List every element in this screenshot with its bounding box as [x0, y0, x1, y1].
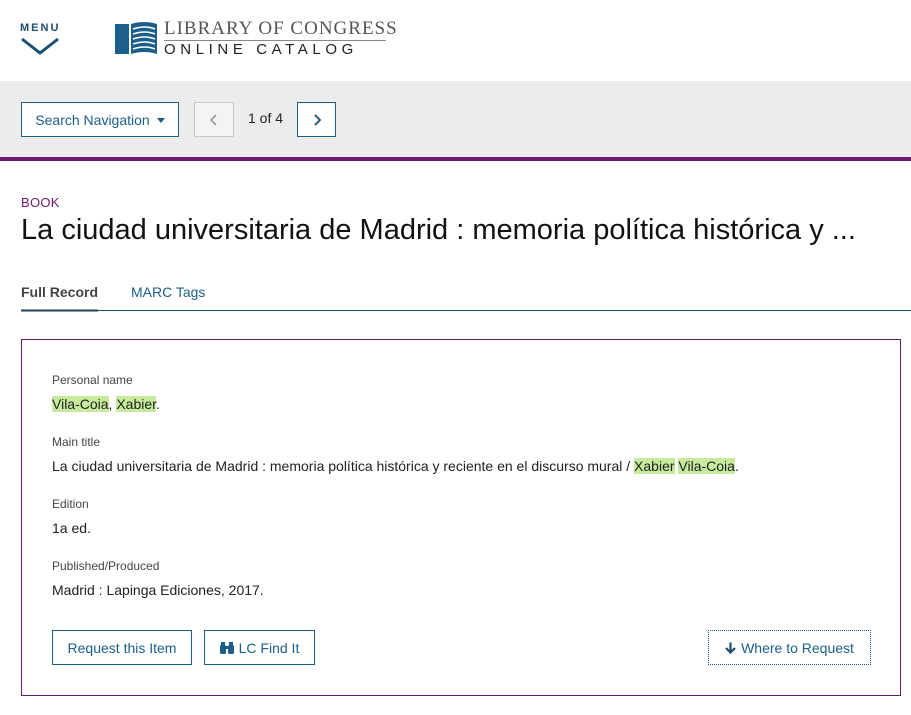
request-item-button[interactable]: Request this Item — [52, 630, 192, 665]
chevron-left-icon — [209, 113, 217, 126]
library-of-congress-logo[interactable]: LIBRARY OF CONGRESS ONLINE CATALOG — [115, 18, 398, 58]
record-panel: Personal name Vila-Coia, Xabier. Main ti… — [21, 339, 901, 696]
navigation-bar-border — [0, 157, 911, 161]
title-end: . — [734, 458, 739, 474]
previous-result-button[interactable] — [194, 102, 234, 137]
format-label: BOOK — [21, 195, 60, 210]
main-title-value: La ciudad universitaria de Madrid : memo… — [52, 458, 739, 474]
search-highlight[interactable]: Vila-Coia — [52, 396, 109, 412]
where-to-request-button[interactable]: Where to Request — [708, 630, 871, 665]
lc-find-it-label: LC Find It — [238, 639, 300, 656]
tab-full-record[interactable]: Full Record — [21, 284, 98, 312]
published-value: Madrid : Lapinga Ediciones, 2017. — [52, 582, 264, 598]
chevron-down-icon — [21, 37, 59, 55]
search-highlight[interactable]: Xabier — [116, 396, 157, 412]
search-navigation-button[interactable]: Search Navigation — [21, 102, 179, 137]
search-navigation-label: Search Navigation — [35, 111, 150, 128]
arrow-down-icon — [725, 642, 736, 654]
request-item-label: Request this Item — [67, 639, 177, 656]
personal-name-label: Personal name — [52, 373, 133, 387]
binoculars-icon — [219, 642, 234, 654]
page-title: La ciudad universitaria de Madrid : memo… — [21, 214, 856, 246]
result-position: 1 of 4 — [248, 110, 284, 126]
menu-label: MENU — [20, 22, 61, 34]
chevron-right-icon — [313, 113, 321, 126]
search-highlight[interactable]: Xabier — [634, 458, 675, 474]
published-label: Published/Produced — [52, 559, 160, 573]
record-tabs: Full Record MARC Tags — [21, 284, 911, 312]
search-highlight[interactable]: Vila-Coia — [678, 458, 735, 474]
where-to-request-label: Where to Request — [741, 639, 854, 656]
lc-find-it-button[interactable]: LC Find It — [204, 630, 315, 665]
main-title-label: Main title — [52, 435, 101, 449]
logo-title: LIBRARY OF CONGRESS — [164, 18, 398, 39]
caret-down-icon — [156, 117, 165, 123]
menu-button[interactable]: MENU — [20, 22, 60, 58]
next-result-button[interactable] — [297, 102, 336, 137]
tab-marc-tags[interactable]: MARC Tags — [131, 284, 205, 300]
logo-subtitle: ONLINE CATALOG — [164, 41, 358, 58]
main-title-text: La ciudad universitaria de Madrid : memo… — [52, 458, 635, 474]
edition-value: 1a ed. — [52, 520, 91, 536]
name-end: . — [156, 396, 160, 412]
loc-book-logo-icon — [115, 22, 157, 54]
tabs-underline — [21, 310, 911, 311]
site-header: MENU LIBRARY OF CONGRESS ONLINE CATALOG — [0, 0, 911, 81]
personal-name-value: Vila-Coia, Xabier. — [52, 396, 160, 412]
edition-label: Edition — [52, 497, 89, 511]
